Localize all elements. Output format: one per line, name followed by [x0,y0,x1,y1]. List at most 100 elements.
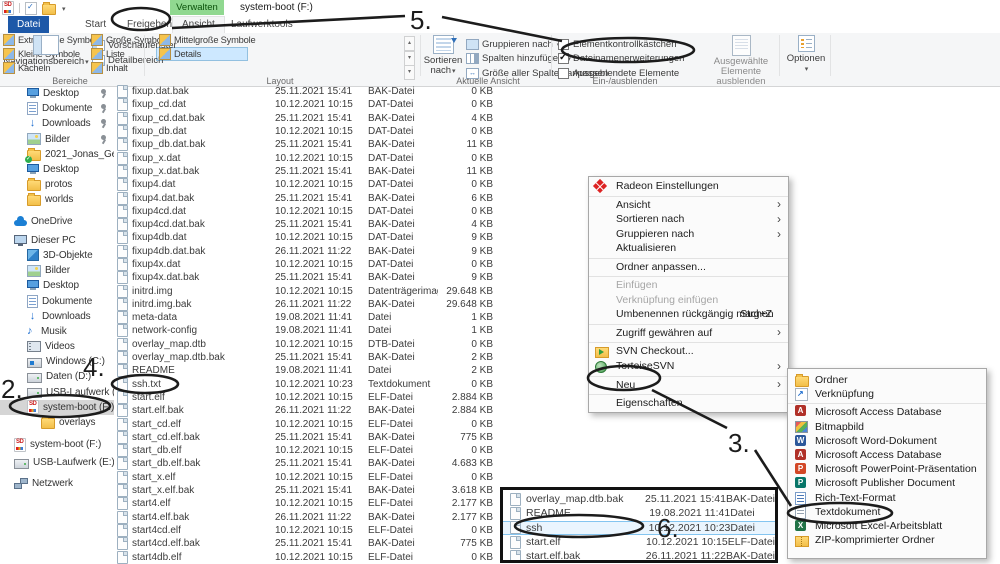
show-hide-checkbox[interactable]: Dateinamenerweiterungen [558,52,684,67]
file-row[interactable]: fixup_x.dat.bak 25.11.2021 15:41 BAK-Dat… [112,165,1000,178]
sidebar-item[interactable]: Downloads [0,309,114,324]
navigationsbereich-button[interactable]: Navigationsbereich [6,35,86,68]
sidebar-item[interactable]: USB-Laufwerk (E:) [0,385,114,400]
sidebar-item[interactable]: Bilder [0,263,114,278]
gallery-scrollbar[interactable]: ▴▾▾ [404,36,415,80]
file-icon [117,511,128,524]
file-row[interactable]: fixup_db.dat 10.12.2021 10:15 DAT-Datei … [112,125,1000,138]
sidebar-item[interactable]: system-boot (F:) [0,437,114,452]
sortieren-nach-button[interactable]: Sortieren nach [424,35,462,77]
file-row[interactable]: fixup4db.dat.bak 26.11.2021 11:22 BAK-Da… [112,245,1000,258]
file-row[interactable]: fixup4cd.dat 10.12.2021 10:15 DAT-Datei … [112,205,1000,218]
file-name: start_x.elf [132,472,275,483]
qat-dropdown-caret-icon[interactable] [61,3,66,14]
new-submenu-item[interactable]: Microsoft Word-Dokument [788,434,986,448]
sidebar-item[interactable]: Daten (D:) [0,369,114,384]
file-size: 0 KB [408,552,493,563]
new-submenu-item[interactable]: Microsoft Publisher Document [788,476,986,490]
context-menu-item[interactable]: Zugriff gewähren auf [589,324,788,341]
context-menu-item[interactable]: Gruppieren nach [589,227,788,242]
new-submenu-item-label: ZIP-komprimierter Ordner [815,534,935,546]
context-menu-item[interactable]: Eigenschaften [589,394,788,411]
ribbon-tab[interactable]: Ansicht [172,16,225,34]
new-folder-icon[interactable] [42,4,56,15]
sidebar-item[interactable]: Desktop [0,162,114,177]
file-row[interactable]: initrd.img 10.12.2021 10:15 Datenträgeri… [112,284,1000,297]
new-submenu-item[interactable]: Bitmapbild [788,420,986,434]
sidebar-item[interactable]: Netzwerk [0,476,114,491]
sidebar-item[interactable]: Bilder [0,132,114,147]
ribbon: Navigationsbereich Vorschaufenster Detai… [0,33,1000,87]
context-menu-item[interactable]: TortoiseSVN [589,359,788,374]
sidebar-item[interactable]: system-boot (F:) [0,400,114,415]
new-submenu-item[interactable]: Microsoft PowerPoint-Präsentation [788,462,986,476]
file-row[interactable]: overlay_map.dtb 10.12.2021 10:15 DTB-Dat… [112,338,1000,351]
layout-option[interactable]: Details [156,47,248,61]
context-menu-item[interactable]: Verknüpfung einfügen [589,293,788,308]
sidebar-item[interactable]: protos [0,177,114,192]
context-menu-item[interactable]: Aktualisieren [589,241,788,256]
file-row[interactable]: network-config 19.08.2021 11:41 Datei 1 … [112,324,1000,337]
sidebar-item[interactable]: Dokumente [0,101,114,116]
file-row[interactable]: fixup4db.dat 10.12.2021 10:15 DAT-Datei … [112,231,1000,244]
checkbox-icon[interactable] [558,39,569,50]
context-menu-item[interactable]: Sortieren nach [589,212,788,227]
file-date: 25.11.2021 15:41 [275,538,368,549]
new-submenu-item[interactable]: Microsoft Excel-Arbeitsblatt [788,519,986,533]
context-menu-item[interactable]: Neu [589,376,788,393]
layout-option[interactable]: Mittelgroße Symbole [156,33,248,47]
context-menu-item[interactable]: Ordner anpassen... [589,258,788,275]
file-row[interactable]: initrd.img.bak 26.11.2021 11:22 BAK-Date… [112,298,1000,311]
file-row[interactable]: fixup_cd.dat.bak 25.11.2021 15:41 BAK-Da… [112,112,1000,125]
context-menu-item-label: Gruppieren nach [616,228,694,240]
sidebar-item[interactable]: OneDrive [0,214,114,229]
sidebar-item[interactable]: overlays [0,415,114,430]
sidebar-item[interactable]: 2021_Jonas_Gerk [0,147,114,162]
new-submenu-item[interactable]: ZIP-komprimierter Ordner [788,533,986,547]
context-menu-item[interactable]: Radeon Einstellungen [589,179,788,194]
file-row[interactable]: overlay_map.dtb.bak 25.11.2021 15:41 BAK… [112,351,1000,364]
file-row[interactable]: fixup4x.dat 10.12.2021 10:15 DAT-Datei 0… [112,258,1000,271]
context-menu-item[interactable]: SVN Checkout... [589,342,788,359]
sidebar-item[interactable]: Dokumente [0,293,114,308]
divider [144,35,145,76]
file-row[interactable]: fixup_cd.dat 10.12.2021 10:15 DAT-Datei … [112,98,1000,111]
sidebar-item[interactable]: Musik [0,324,114,339]
checkbox-icon[interactable] [558,53,569,64]
sidebar-item[interactable]: USB-Laufwerk (E:) [0,455,114,470]
file-row[interactable]: fixup4.dat.bak 25.11.2021 15:41 BAK-Date… [112,191,1000,204]
file-row[interactable]: fixup4cd.dat.bak 25.11.2021 15:41 BAK-Da… [112,218,1000,231]
sidebar-item-icon [27,265,41,277]
sidebar-item[interactable]: 3D-Objekte [0,248,114,263]
file-row[interactable]: fixup.dat.bak 25.11.2021 15:41 BAK-Datei… [112,85,1000,98]
new-submenu-item[interactable]: Textdokument [788,505,986,519]
ribbon-tab[interactable]: Laufwerktools [222,16,302,33]
new-submenu-item[interactable]: Ordner [788,373,986,387]
file-row[interactable]: fixup4.dat 10.12.2021 10:15 DAT-Datei 0 … [112,178,1000,191]
file-row[interactable]: fixup_x.dat 10.12.2021 10:15 DAT-Datei 0… [112,151,1000,164]
ribbon-tab[interactable]: Datei [8,16,49,33]
context-menu-item[interactable]: Umbenennen rückgängig machen Strg+Z [589,307,788,322]
ribbon-tab[interactable]: Start [76,16,115,33]
context-menu-item[interactable]: Ansicht [589,196,788,213]
properties-icon[interactable] [25,2,37,15]
sidebar-item[interactable]: Desktop [0,86,114,101]
sidebar-item[interactable]: Desktop [0,278,114,293]
sidebar-item[interactable]: Windows (C:) [0,354,114,369]
new-submenu-item[interactable]: Microsoft Access Database [788,403,986,419]
sidebar-item-label: Downloads [42,311,91,322]
file-row[interactable]: fixup_db.dat.bak 25.11.2021 15:41 BAK-Da… [112,138,1000,151]
file-row[interactable]: fixup4x.dat.bak 25.11.2021 15:41 BAK-Dat… [112,271,1000,284]
sidebar-item[interactable]: worlds [0,192,114,207]
hide-selected-button[interactable]: Ausgewählte Elemente ausblenden [703,35,779,87]
file-row[interactable]: meta-data 19.08.2021 11:41 Datei 1 KB [112,311,1000,324]
optionen-button[interactable]: Optionen [784,35,828,75]
sidebar-item[interactable]: Dieser PC [0,233,114,248]
new-submenu-item[interactable]: Microsoft Access Database [788,448,986,462]
show-hide-checkbox[interactable]: Elementkontrollkästchen [558,37,684,52]
sidebar-item[interactable]: Downloads [0,116,114,131]
context-menu-item[interactable]: Einfügen [589,276,788,293]
new-submenu-item[interactable]: Verknüpfung [788,387,986,401]
new-submenu-item[interactable]: Rich-Text-Format [788,491,986,505]
sidebar-item[interactable]: Videos [0,339,114,354]
